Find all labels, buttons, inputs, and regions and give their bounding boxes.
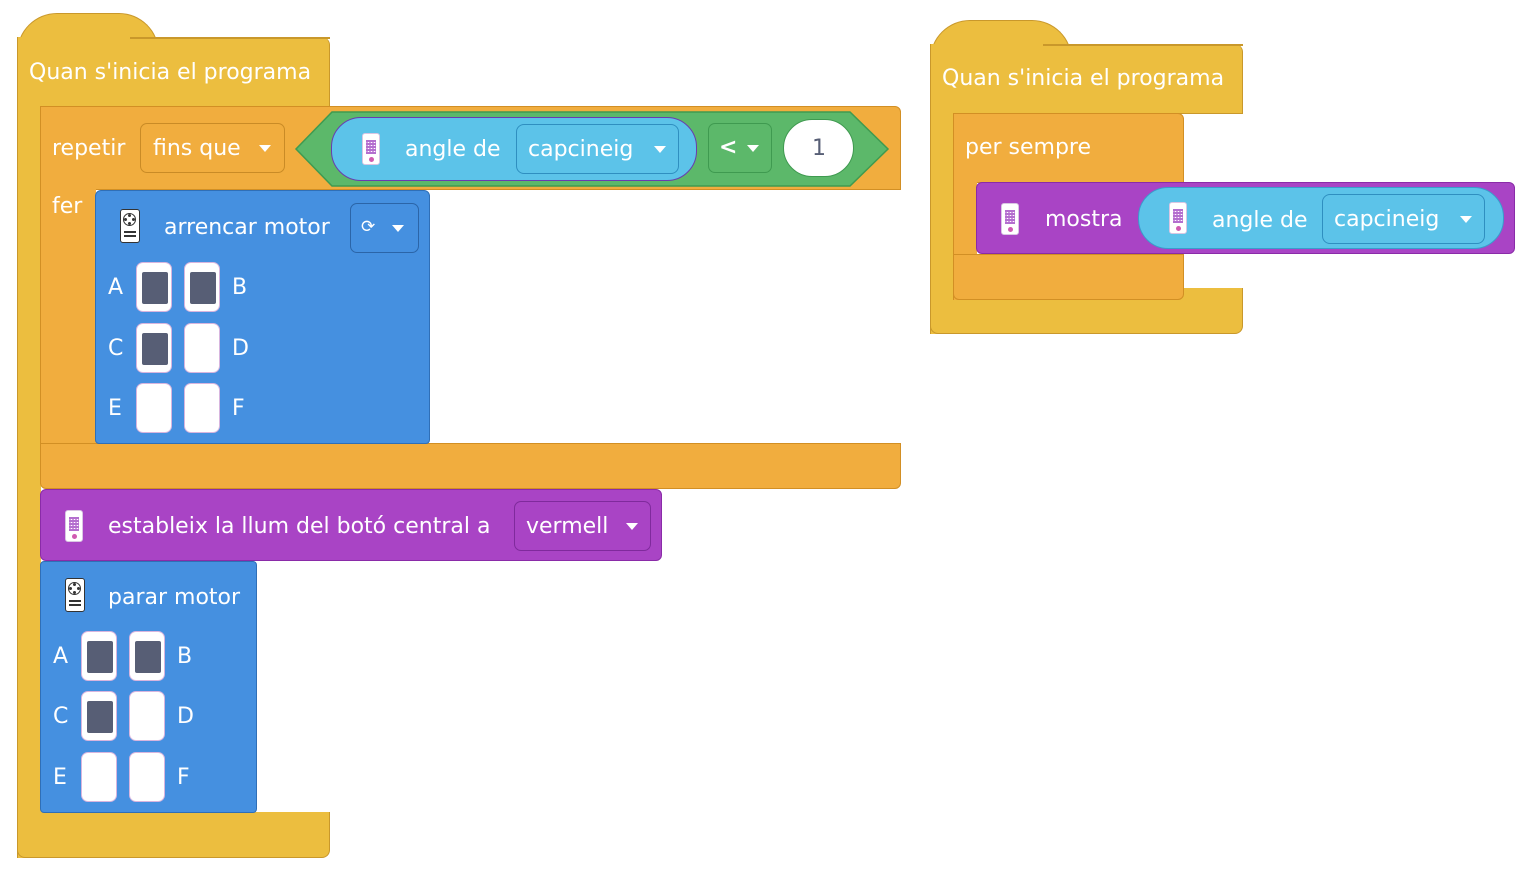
repeat-block-bottom — [40, 443, 901, 489]
light-color-value: vermell — [526, 514, 609, 539]
port-f-toggle[interactable] — [129, 752, 165, 802]
port-label: A — [53, 644, 69, 669]
hub-icon — [1169, 202, 1187, 234]
port-label: F — [177, 765, 190, 790]
angle-of-label: angle de — [405, 137, 501, 162]
port-label: D — [177, 704, 194, 729]
port-a-toggle[interactable] — [136, 262, 172, 312]
port-f-toggle[interactable] — [184, 383, 220, 433]
port-b-toggle[interactable] — [129, 631, 165, 681]
chevron-down-icon — [626, 523, 638, 530]
port-label: C — [108, 336, 124, 361]
port-e-toggle[interactable] — [81, 752, 117, 802]
hub-icon — [1001, 203, 1019, 235]
when-program-starts-label: Quan s'inicia el programa — [29, 60, 312, 85]
port-label: E — [108, 396, 122, 421]
port-label: F — [232, 396, 245, 421]
set-center-button-light-block[interactable]: estableix la llum del botó central a ver… — [40, 489, 662, 561]
repeat-label: repetir — [52, 136, 126, 161]
port-c-toggle[interactable] — [136, 323, 172, 373]
angle-of-label: angle de — [1212, 208, 1308, 233]
do-label: fer — [52, 194, 83, 219]
hub-icon — [65, 510, 83, 542]
port-a-toggle[interactable] — [81, 631, 117, 681]
chevron-down-icon — [1460, 216, 1472, 223]
port-label: B — [232, 275, 248, 300]
compare-value: 1 — [812, 136, 826, 161]
angle-reporter[interactable]: angle de capcineig — [1138, 187, 1504, 249]
stop-motor-block[interactable]: parar motor A B C D E F — [40, 561, 257, 813]
set-light-label: estableix la llum del botó central a — [108, 514, 491, 539]
angle-reporter[interactable]: angle de capcineig — [331, 117, 697, 181]
hat-block-top-edge — [1043, 44, 1243, 46]
hub-icon — [362, 133, 380, 165]
port-e-toggle[interactable] — [136, 383, 172, 433]
axis-dropdown[interactable]: capcineig — [1322, 194, 1485, 244]
clockwise-icon: ⟳ — [361, 217, 376, 237]
chevron-down-icon — [259, 145, 271, 152]
light-color-dropdown[interactable]: vermell — [514, 501, 651, 551]
start-motor-block[interactable]: arrencar motor ⟳ A B C D E F — [95, 190, 430, 444]
compare-value-input[interactable]: 1 — [783, 119, 854, 177]
operator-value: < — [719, 135, 738, 160]
axis-dropdown[interactable]: capcineig — [516, 124, 679, 174]
display-block[interactable]: mostra angle de capcineig — [976, 182, 1515, 254]
port-b-toggle[interactable] — [184, 262, 220, 312]
hat-block-top-edge — [130, 37, 330, 39]
port-d-toggle[interactable] — [129, 691, 165, 741]
when-program-starts-label: Quan s'inicia el programa — [942, 66, 1225, 91]
repeat-mode-dropdown[interactable]: fins que — [140, 123, 285, 173]
port-label: A — [108, 275, 124, 300]
hat-block-foot — [17, 812, 330, 858]
display-label: mostra — [1045, 207, 1123, 232]
repeat-block-arm — [40, 188, 96, 446]
stop-motor-label: parar motor — [108, 585, 241, 610]
motor-icon — [120, 209, 140, 243]
chevron-down-icon — [654, 146, 666, 153]
port-label: C — [53, 704, 69, 729]
chevron-down-icon — [747, 145, 759, 152]
hat-block-spine — [17, 100, 41, 858]
start-motor-label: arrencar motor — [164, 215, 330, 240]
port-label: E — [53, 765, 67, 790]
port-label: D — [232, 336, 249, 361]
forever-label: per sempre — [965, 135, 1092, 160]
operator-dropdown[interactable]: < — [708, 123, 772, 173]
port-d-toggle[interactable] — [184, 323, 220, 373]
port-label: B — [177, 644, 193, 669]
motor-icon — [65, 578, 85, 612]
axis-value: capcineig — [1334, 207, 1440, 232]
direction-dropdown[interactable]: ⟳ — [350, 203, 419, 253]
forever-block-bottom — [953, 254, 1184, 300]
chevron-down-icon — [392, 225, 404, 232]
port-c-toggle[interactable] — [81, 691, 117, 741]
repeat-mode-value: fins que — [153, 136, 241, 161]
axis-value: capcineig — [528, 137, 634, 162]
